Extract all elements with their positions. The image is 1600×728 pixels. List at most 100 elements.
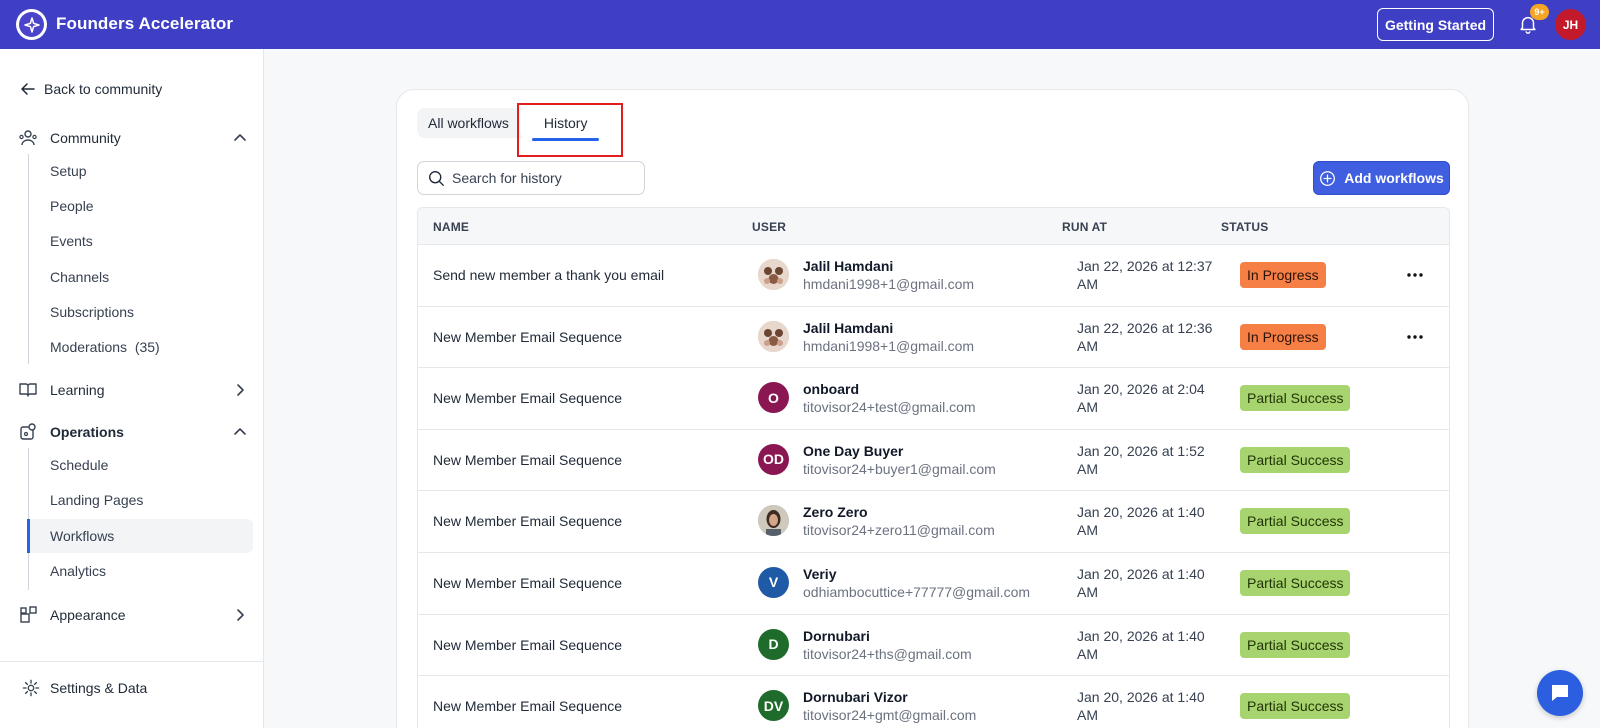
column-header-name[interactable]: NAME [433,220,469,234]
operations-icon [18,422,38,442]
table-row[interactable]: New Member Email Sequence OD One Day Buyer… [418,430,1449,492]
run-at: Jan 22, 2026 at 12:36 AM [1077,319,1213,354]
sparkle-icon [19,12,44,37]
notification-badge: 9+ [1530,4,1549,20]
table-row[interactable]: New Member Email Sequence DV Dornubari Viz… [418,676,1449,728]
workflow-name: New Member Email Sequence [433,451,623,468]
workflow-name: Send new member a thank you email [433,267,665,283]
top-bar: Founders Accelerator Getting Started 9+ … [0,0,1600,49]
user-email: titovisor24+test@gmail.com [803,399,976,416]
search-input[interactable] [452,170,632,186]
run-at: Jan 22, 2026 at 12:37 AM [1077,258,1213,292]
table-body: Send new member a thank you email Jalil H… [418,245,1449,728]
search-box[interactable] [417,161,645,195]
sidebar-item-landing-pages[interactable]: Landing Pages [29,483,253,517]
run-at: Jan 20, 2026 at 1:52 AM [1077,442,1205,477]
community-icon [18,128,38,148]
run-at: Jan 20, 2026 at 1:40 AM [1077,689,1205,724]
sidebar-item-events[interactable]: Events [29,224,253,258]
user-name: Zero Zero [803,504,868,521]
settings-label: Settings & Data [50,680,148,696]
user-name: Veriy [803,565,837,582]
plus-circle-icon [1320,170,1336,186]
table-row[interactable]: New Member Email Sequence Oonboard titovis… [418,368,1449,430]
avatar [758,259,789,290]
table-row[interactable]: New Member Email Sequence Jalil Hamdani hm… [418,307,1449,369]
table-row[interactable]: Send new member a thank you email Jalil H… [418,245,1449,307]
workflow-name: New Member Email Sequence [433,574,623,591]
table-row[interactable]: New Member Email Sequence D Dornubari titov… [418,615,1449,677]
chevron-right-icon[interactable] [232,607,248,623]
more-horizontal-icon[interactable] [1406,267,1424,283]
user-cell: Jalil Hamdani hmdani1998+1@gmail.com [803,320,974,354]
sidebar-section-appearance[interactable]: Appearance [18,601,248,629]
status-badge: Partial Success [1240,693,1351,720]
run-at: Jan 20, 2026 at 1:40 AM [1077,627,1205,662]
status-badge: Partial Success [1240,508,1351,535]
history-table: NAME USER RUN AT STATUS Send new member … [417,207,1450,728]
run-at: Jan 20, 2026 at 1:40 AM [1077,565,1205,600]
user-email: titovisor24+gmt@gmail.com [803,707,977,724]
sidebar-item-subscriptions[interactable]: Subscriptions [29,295,253,329]
sidebar: Back to community Community Setup People… [0,49,264,728]
tab-all-workflows[interactable]: All workflows [417,108,520,138]
chat-button[interactable] [1537,670,1583,716]
sidebar-item-channels[interactable]: Channels [29,260,253,294]
workflow-name: New Member Email Sequence [433,328,623,345]
chevron-right-icon[interactable] [232,382,248,398]
sidebar-item-schedule[interactable]: Schedule [29,448,253,482]
sidebar-section-community[interactable]: Community [18,124,248,152]
sidebar-section-operations[interactable]: Operations [18,418,248,446]
status-badge: Partial Success [1240,569,1351,596]
user-avatar[interactable]: JH [1555,9,1586,40]
user-cell: Dornubari titovisor24+ths@gmail.com [803,628,972,662]
add-workflows-button[interactable]: Add workflows [1313,161,1450,195]
chevron-up-icon[interactable] [232,130,248,146]
search-icon [429,170,444,186]
workflow-name: New Member Email Sequence [433,636,623,653]
sidebar-item-workflows[interactable]: Workflows [27,519,253,553]
column-header-user[interactable]: USER [752,220,786,234]
getting-started-button[interactable]: Getting Started [1377,8,1494,41]
user-cell: Dornubari Vizor titovisor24+gmt@gmail.com [803,689,976,723]
settings-and-data-link[interactable]: Settings & Data [22,679,147,697]
status-badge: Partial Success [1240,446,1351,473]
appearance-label: Appearance [50,607,126,623]
run-at: Jan 20, 2026 at 2:04 AM [1077,381,1205,416]
more-horizontal-icon[interactable] [1406,329,1424,345]
gear-icon [22,679,40,697]
avatar: DV [758,690,789,722]
status-badge: In Progress [1240,323,1326,350]
avatar: OD [758,443,789,475]
sidebar-item-moderations[interactable]: Moderations (35) [29,330,253,364]
status-badge: Partial Success [1240,385,1351,412]
learning-label: Learning [50,382,105,398]
column-header-status[interactable]: STATUS [1221,220,1268,234]
app-title[interactable]: Founders Accelerator [56,14,233,34]
table-row[interactable]: New Member Email Sequence Zero Zero titovi… [418,491,1449,553]
status-badge: In Progress [1240,262,1326,288]
sidebar-item-people[interactable]: People [29,189,253,223]
app-logo[interactable] [16,9,47,40]
avatar: V [758,566,789,598]
arrow-left-icon [21,83,35,95]
user-cell: Veriy odhiambocuttice+77777@gmail.com [803,566,1030,600]
user-email: hmdani1998+1@gmail.com [803,337,975,354]
table-row[interactable]: New Member Email Sequence V Veriy odhiamboc… [418,553,1449,615]
sidebar-item-setup[interactable]: Setup [29,154,253,188]
sidebar-item-analytics[interactable]: Analytics [29,554,253,588]
community-label: Community [50,130,121,146]
sidebar-section-learning[interactable]: Learning [18,376,248,404]
user-cell: One Day Buyer titovisor24+buyer1@gmail.co… [803,443,996,477]
back-to-community-link[interactable]: Back to community [20,81,162,97]
avatar [758,505,789,537]
appearance-icon [18,605,38,625]
workflows-card: All workflows History Add workflows NAME… [396,89,1469,728]
workflow-name: New Member Email Sequence [433,513,623,530]
column-header-run-at[interactable]: RUN AT [1062,220,1107,234]
user-email: titovisor24+buyer1@gmail.com [803,460,996,477]
add-workflows-label: Add workflows [1344,170,1444,186]
book-icon [18,380,38,400]
chevron-up-icon[interactable] [232,424,248,440]
user-name: One Day Buyer [803,442,904,459]
